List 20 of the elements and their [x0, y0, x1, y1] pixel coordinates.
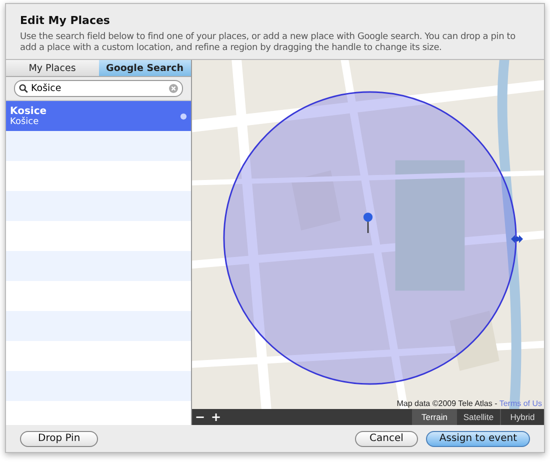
tab[interactable]: Google Search [98, 60, 191, 77]
search-icon [19, 84, 28, 93]
map-type-button[interactable]: Terrain [412, 409, 456, 425]
result-title: Kosice [10, 106, 48, 116]
zoom-in-button[interactable]: + [208, 409, 224, 425]
attribution-text: Map data ©2009 Tele Atlas - [396, 399, 498, 408]
result-row[interactable]: Kosice Košice [6, 101, 191, 131]
result-subtitle: Košice [10, 116, 40, 126]
tab[interactable]: My Places [6, 60, 98, 77]
dialog-title: Edit My Places [20, 14, 111, 27]
drop-pin-button[interactable]: Drop Pin [20, 430, 98, 446]
map-pin-icon [363, 212, 373, 234]
search-field[interactable]: Košice [14, 80, 183, 97]
dot-icon [180, 112, 187, 120]
dialog-description: Use the search field below to find one of your places, or add a new place with Google search. You can drop a pin to add a place with a custom location, and refine a region by dragging the handle to change its size. [20, 32, 516, 54]
clear-icon[interactable] [169, 84, 178, 93]
assign-button[interactable]: Assign to event [426, 430, 530, 446]
resize-handle[interactable] [511, 233, 523, 245]
zoom-out-button[interactable]: − [192, 409, 208, 425]
cancel-button[interactable]: Cancel [354, 430, 418, 446]
